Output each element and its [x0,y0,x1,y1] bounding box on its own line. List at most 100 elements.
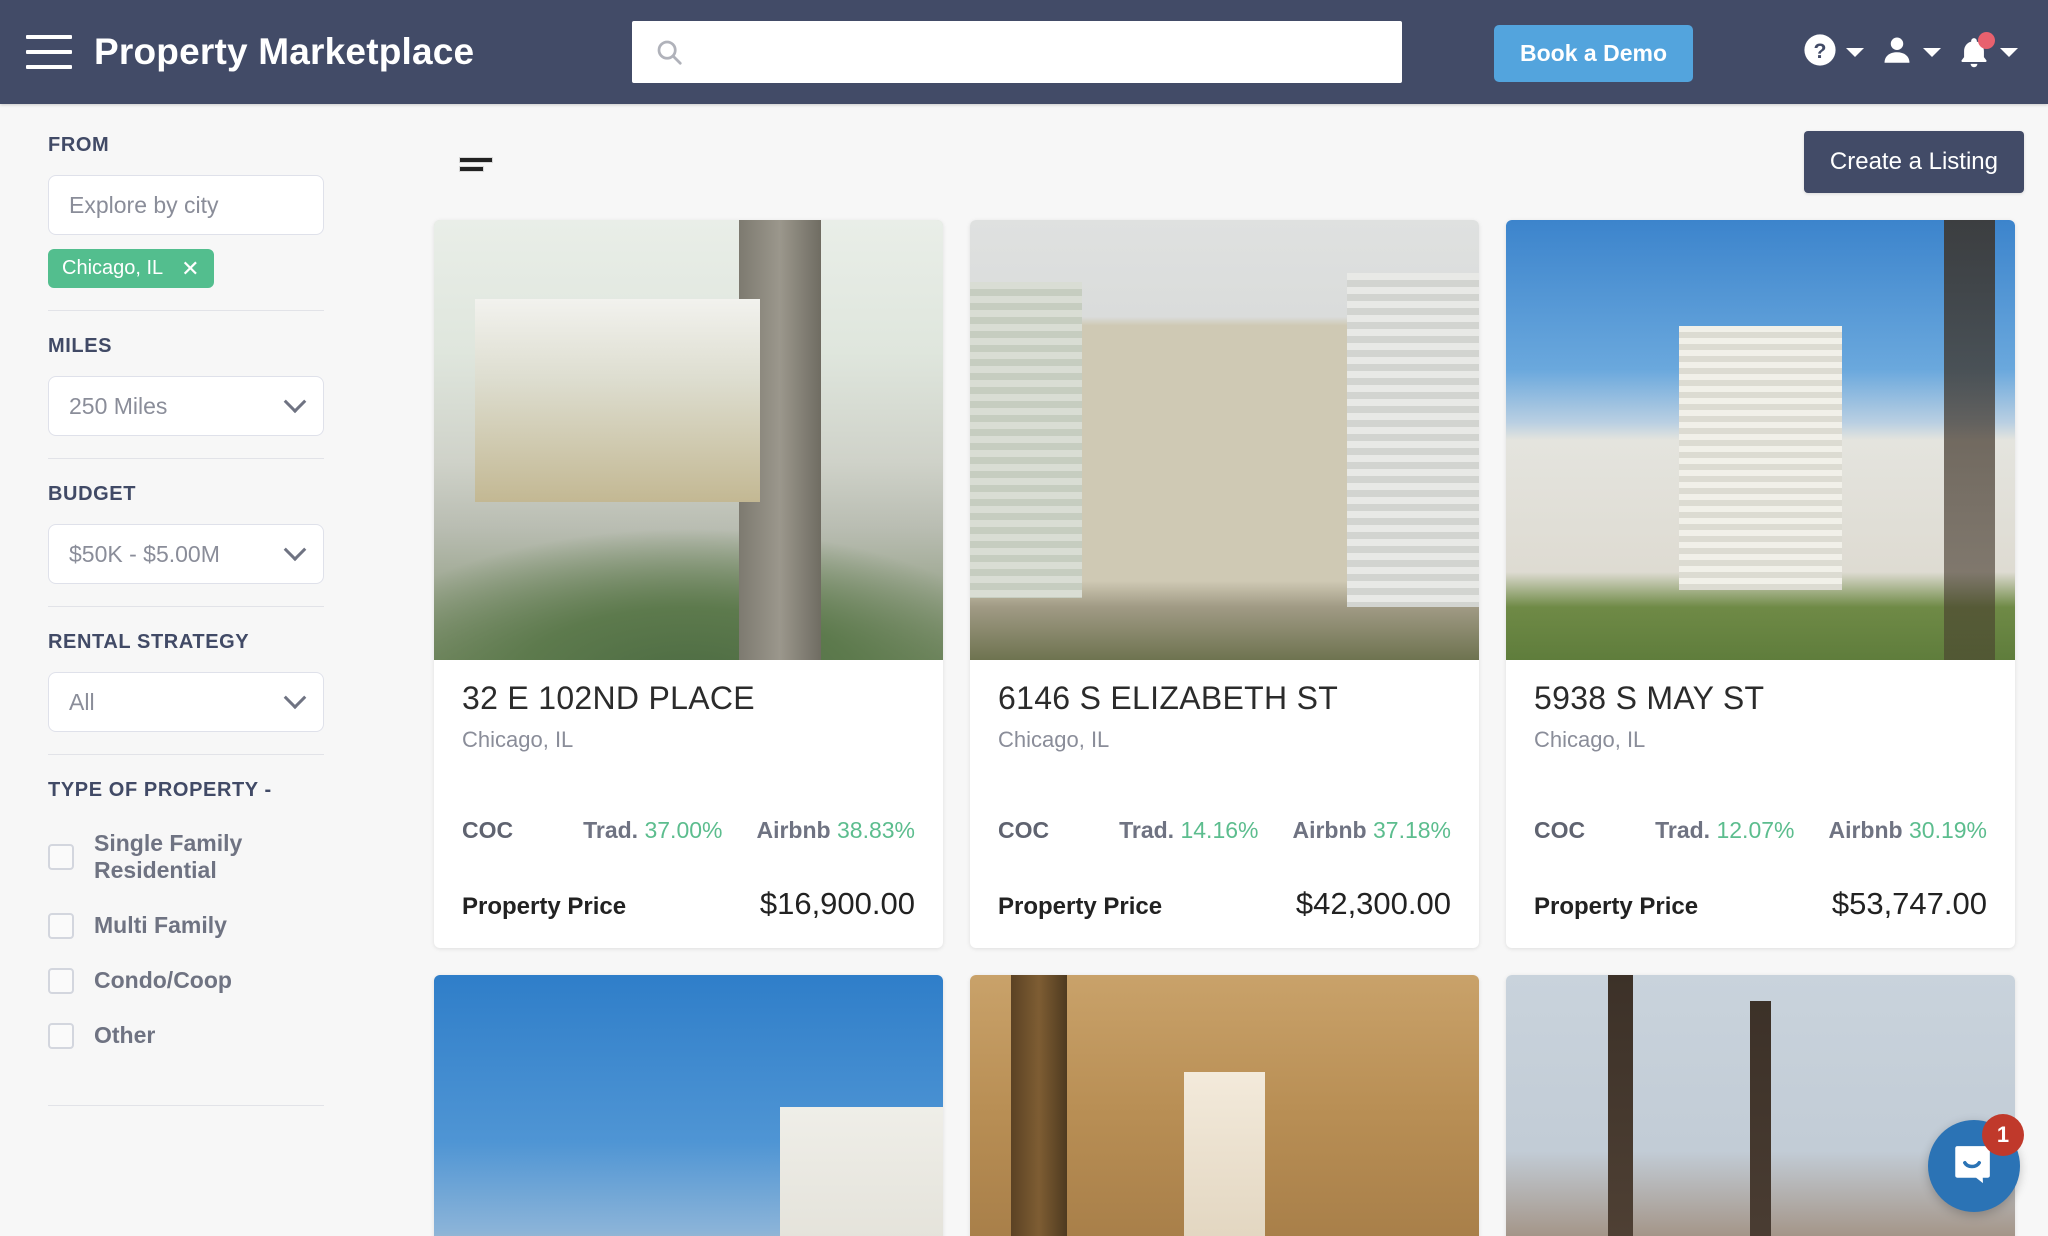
price-label: Property Price [462,893,627,920]
city-chip-chicago-il[interactable]: Chicago, IL ✕ [48,249,214,288]
checkbox-icon[interactable] [48,844,74,870]
account-menu[interactable] [1876,33,1945,72]
coc-airbnb: Airbnb 30.19% [1828,817,1987,844]
rental-strategy-select[interactable]: All [48,672,324,732]
property-photo [1506,220,2015,660]
property-photo [970,975,1479,1236]
svg-text:?: ? [1814,38,1827,62]
chevron-down-icon [1923,47,1941,57]
trad-value: 37.00% [644,817,723,843]
coc-traditional: Trad. 14.16% [1119,817,1258,844]
create-a-listing-button[interactable]: Create a Listing [1803,131,2024,193]
property-photo [434,975,943,1236]
airbnb-value: 30.19% [1908,817,1987,843]
book-a-demo-button[interactable]: Book a Demo [1494,25,1693,82]
coc-label: COC [998,817,1050,843]
listings-main-area: Create a Listing 32 E 102ND PLACE Chicag… [372,104,2048,1236]
listing-card[interactable]: 6146 S ELIZABETH ST Chicago, IL COC Trad… [970,220,1479,948]
bell-icon [1957,32,1995,69]
airbnb-label: Airbnb [756,817,831,843]
divider [48,1105,324,1106]
listing-city: Chicago, IL [1534,727,1646,752]
property-photo [434,220,943,660]
listing-address: 6146 S ELIZABETH ST [998,680,1339,716]
price-label: Property Price [998,893,1163,920]
property-photo [1506,975,2015,1236]
search-box[interactable] [632,21,1402,83]
listing-card[interactable] [434,975,943,1236]
coc-traditional: Trad. 12.07% [1655,817,1794,844]
divider [48,754,324,755]
price-value: $16,900.00 [759,886,915,921]
help-menu[interactable]: ? [1799,33,1868,72]
price-value: $42,300.00 [1295,886,1451,921]
budget-select[interactable]: $50K - $5.00M [48,524,324,584]
miles-select-value: 250 Miles [69,392,168,419]
rental-strategy-select-value: All [69,688,95,715]
notification-dot [1978,32,1995,49]
city-chip-label: Chicago, IL [62,257,164,279]
airbnb-value: 37.18% [1372,817,1451,843]
type-of-property-section-label: TYPE OF PROPERTY - [48,779,272,801]
listing-address: 5938 S MAY ST [1534,680,1765,716]
rental-strategy-section-label: RENTAL STRATEGY [48,631,250,653]
top-header-bar: Property Marketplace Book a Demo ? [0,0,2048,104]
hamburger-icon[interactable] [26,35,72,69]
coc-label: COC [1534,817,1586,843]
budget-section-label: BUDGET [48,483,137,505]
trad-label: Trad. [1119,817,1175,843]
checkbox-label: Other [94,1022,156,1048]
listing-address: 32 E 102ND PLACE [462,680,755,716]
explore-by-city-field[interactable] [48,175,324,235]
trad-label: Trad. [1655,817,1711,843]
search-input[interactable] [696,39,1386,65]
notifications-menu[interactable] [1953,32,2022,69]
chevron-down-icon [283,390,307,414]
coc-traditional: Trad. 37.00% [583,817,722,844]
listing-card[interactable]: 32 E 102ND PLACE Chicago, IL COC Trad. 3… [434,220,943,948]
chat-widget-button[interactable]: 1 [1928,1114,2024,1212]
coc-label: COC [462,817,514,843]
chevron-down-icon [283,538,307,562]
listing-city: Chicago, IL [998,727,1110,752]
help-circle-icon: ? [1803,33,1837,72]
checkbox-icon[interactable] [48,1022,74,1049]
coc-airbnb: Airbnb 38.83% [756,817,915,844]
divider [48,310,324,311]
divider [48,458,324,459]
miles-section-label: MILES [48,335,113,357]
header-icon-group: ? [1799,0,2022,104]
listing-card[interactable] [1506,975,2015,1236]
checkbox-icon[interactable] [48,912,74,939]
trad-value: 12.07% [1716,817,1795,843]
checkbox-label: Condo/Coop [94,967,232,993]
checkbox-icon[interactable] [48,967,74,994]
filters-sidebar: FROM Chicago, IL ✕ MILES 250 Miles BUDGE… [0,104,372,1236]
checkbox-single-family-residential[interactable]: Single Family Residential [48,830,324,884]
checkbox-label: Multi Family [94,912,227,938]
explore-by-city-input[interactable] [69,191,303,219]
trad-label: Trad. [583,817,639,843]
listing-city: Chicago, IL [462,727,574,752]
listing-card[interactable] [970,975,1479,1236]
coc-row: COC Trad. 12.07% Airbnb 30.19% [1534,817,1987,844]
close-icon[interactable]: ✕ [181,257,199,280]
price-row: Property Price $53,747.00 [1534,886,1987,922]
chevron-down-icon [2000,47,2018,57]
miles-select[interactable]: 250 Miles [48,376,324,436]
airbnb-label: Airbnb [1292,817,1367,843]
checkbox-condo-coop[interactable]: Condo/Coop [48,967,324,994]
chevron-down-icon [283,686,307,710]
chat-unread-badge: 1 [1982,1114,2024,1156]
listing-card[interactable]: 5938 S MAY ST Chicago, IL COC Trad. 12.0… [1506,220,2015,948]
budget-select-value: $50K - $5.00M [69,540,220,567]
listings-grid: 32 E 102ND PLACE Chicago, IL COC Trad. 3… [434,220,2034,1236]
trad-value: 14.16% [1180,817,1259,843]
coc-row: COC Trad. 37.00% Airbnb 38.83% [462,817,915,844]
sort-descending-icon[interactable] [459,157,493,172]
chevron-down-icon [1846,47,1864,57]
checkbox-multi-family[interactable]: Multi Family [48,912,324,939]
divider [48,606,324,607]
checkbox-other[interactable]: Other [48,1022,324,1049]
page-title: Property Marketplace [94,31,475,72]
